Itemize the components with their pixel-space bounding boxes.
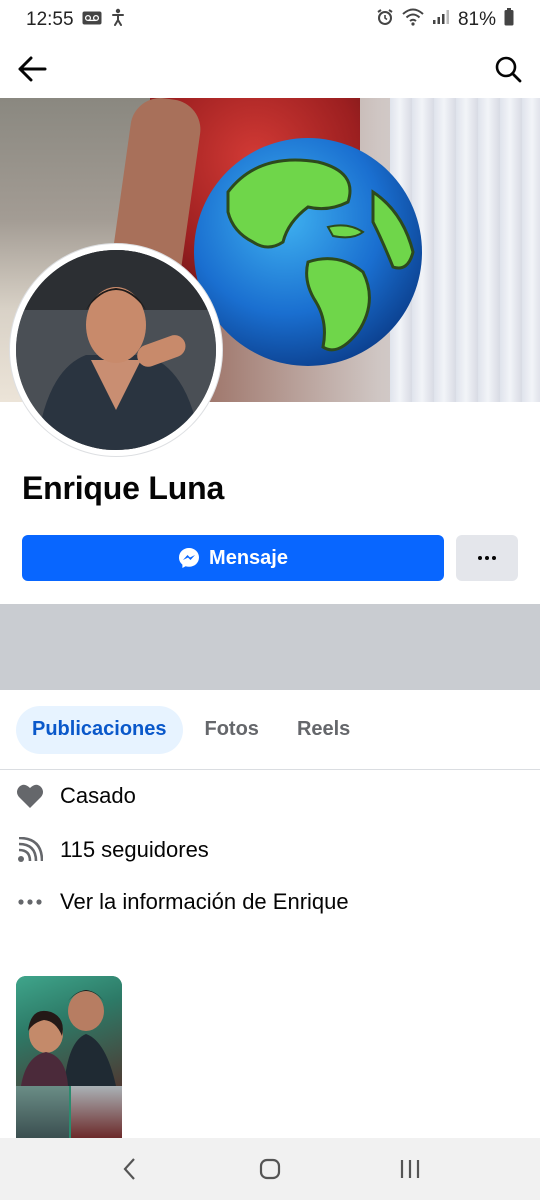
profile-name: Enrique Luna <box>22 470 225 506</box>
voicemail-icon <box>82 9 102 31</box>
info-followers: 115 seguidores <box>16 836 209 864</box>
back-button[interactable] <box>14 51 50 87</box>
search-icon <box>495 56 522 83</box>
see-info-link[interactable]: Ver la información de Enrique <box>60 889 349 915</box>
avatar-photo <box>16 250 216 450</box>
signal-icon <box>432 9 450 31</box>
system-nav-bar <box>0 1138 540 1200</box>
accessibility-icon <box>110 8 126 32</box>
battery-icon <box>504 8 514 32</box>
more-dots-icon <box>478 556 496 560</box>
battery-percent: 81% <box>457 9 496 30</box>
photo-thumbnail[interactable] <box>16 976 122 1138</box>
wifi-icon <box>402 8 424 32</box>
tab-fotos[interactable]: Fotos <box>189 706 275 754</box>
globe-image <box>194 138 422 366</box>
chevron-left-icon <box>123 1158 135 1180</box>
recents-icon <box>400 1160 420 1178</box>
alarm-icon <box>376 8 394 32</box>
tab-reels[interactable]: Reels <box>281 706 366 754</box>
info-relationship: Casado <box>16 782 136 810</box>
top-nav <box>0 40 540 98</box>
more-horizontal-icon <box>16 888 44 916</box>
search-button[interactable] <box>490 51 526 87</box>
message-button-label: Mensaje <box>209 546 288 569</box>
tab-publicaciones[interactable]: Publicaciones <box>16 705 183 754</box>
profile-tabs: Publicaciones Fotos Reels <box>0 690 540 770</box>
relationship-text: Casado <box>60 783 136 808</box>
status-time: 12:55 <box>26 9 74 30</box>
followers-text: 115 seguidores <box>60 837 209 862</box>
home-icon <box>259 1158 281 1180</box>
status-right: 81% <box>376 8 514 32</box>
more-options-button[interactable] <box>456 535 518 581</box>
info-see-more[interactable]: Ver la información de Enrique <box>16 888 349 916</box>
profile-avatar[interactable] <box>10 244 222 456</box>
message-button[interactable]: Mensaje <box>22 535 444 581</box>
status-left: 12:55 <box>26 8 126 32</box>
system-back-button[interactable] <box>110 1149 150 1189</box>
loading-band <box>0 604 540 690</box>
status-bar: 12:55 81% <box>0 0 540 40</box>
system-recents-button[interactable] <box>390 1149 430 1189</box>
heart-icon <box>16 782 44 810</box>
feed-icon <box>16 836 44 864</box>
system-home-button[interactable] <box>250 1149 290 1189</box>
back-arrow-icon <box>18 56 47 82</box>
messenger-icon <box>179 548 200 568</box>
